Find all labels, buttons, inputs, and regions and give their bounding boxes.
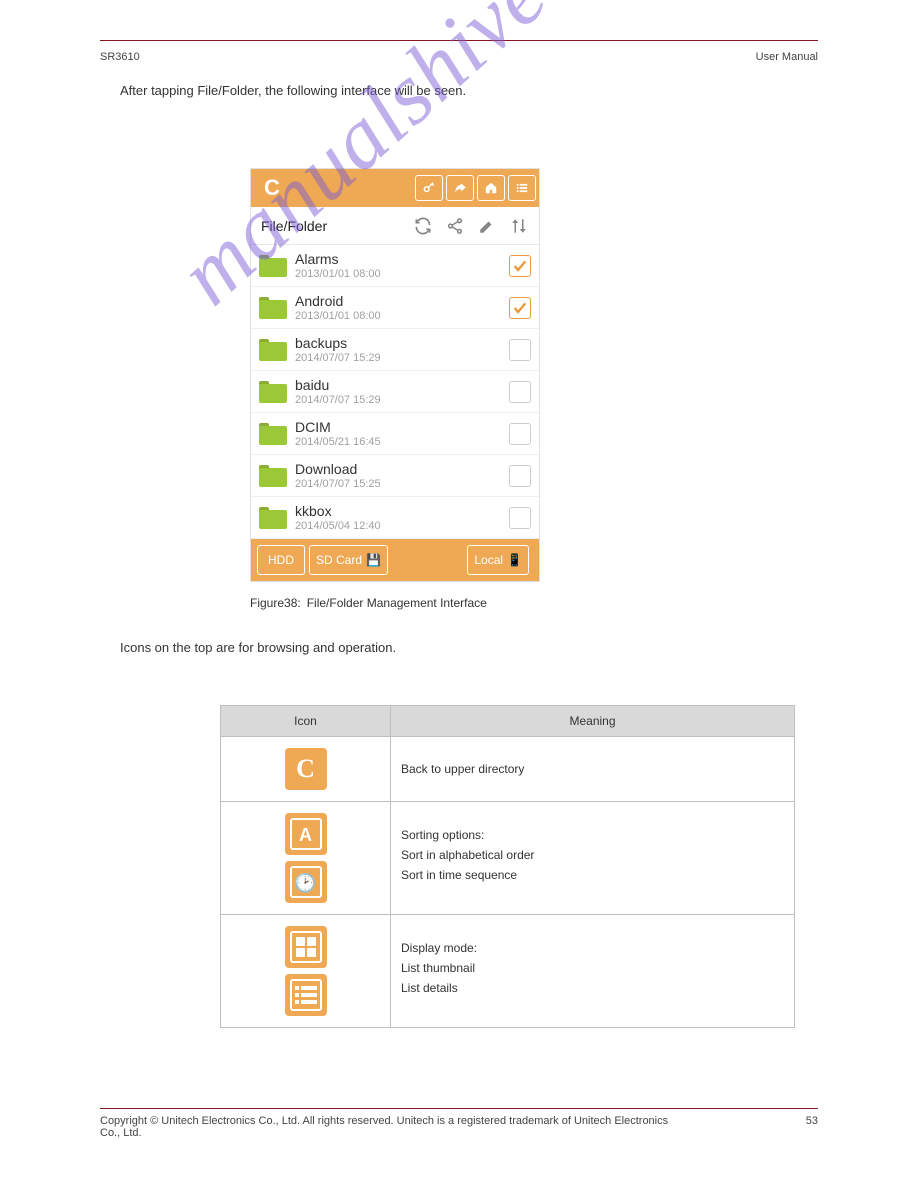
hdd-button[interactable]: HDD [257, 545, 305, 575]
bottom-tabbar: HDD SD Card💾 Local📱 [251, 539, 539, 581]
th-meaning: Meaning [391, 706, 795, 737]
checkbox[interactable] [509, 423, 531, 445]
home-icon[interactable] [477, 175, 505, 201]
detail-list-icon [285, 974, 327, 1016]
folder-icon [259, 255, 287, 277]
file-name: backups [295, 335, 509, 352]
table-intro: Icons on the top are for browsing and op… [120, 640, 818, 655]
key-icon[interactable] [415, 175, 443, 201]
back-icon: C [285, 748, 327, 790]
file-date: 2013/01/01 08:00 [295, 310, 509, 322]
file-toolbar: File/Folder [251, 207, 539, 245]
footer-page: 53 [806, 1115, 818, 1139]
intro-text: After tapping File/Folder, the following… [120, 83, 818, 98]
checkbox[interactable] [509, 507, 531, 529]
file-list: Alarms2013/01/01 08:00Android2013/01/01 … [251, 245, 539, 539]
list-item[interactable]: DCIM2014/05/21 16:45 [251, 413, 539, 455]
share-icon[interactable] [441, 212, 469, 240]
icons-table: Icon Meaning C Back to upper directory A… [220, 705, 795, 1028]
folder-icon [259, 297, 287, 319]
file-date: 2014/05/04 12:40 [295, 520, 509, 532]
toolbar-label: File/Folder [257, 218, 405, 234]
checkbox[interactable] [509, 339, 531, 361]
edit-pencil-icon[interactable] [473, 212, 501, 240]
sort-time-icon: 🕑 [285, 861, 327, 903]
file-date: 2014/07/07 15:29 [295, 352, 509, 364]
file-date: 2014/05/21 16:45 [295, 436, 509, 448]
list-item[interactable]: backups2014/07/07 15:29 [251, 329, 539, 371]
device-screenshot: C File/Folder [250, 168, 540, 582]
checkbox[interactable] [509, 465, 531, 487]
table-row: Display mode: List thumbnail List detail… [221, 915, 795, 1028]
list-item[interactable]: Android2013/01/01 08:00 [251, 287, 539, 329]
sort-alpha-icon: A [285, 813, 327, 855]
header-doc: User Manual [756, 51, 818, 63]
checkbox[interactable] [509, 297, 531, 319]
file-date: 2014/07/07 15:25 [295, 478, 509, 490]
list-item[interactable]: Alarms2013/01/01 08:00 [251, 245, 539, 287]
sort-updown-icon[interactable] [505, 212, 533, 240]
sdcard-button[interactable]: SD Card💾 [309, 545, 388, 575]
file-name: Alarms [295, 251, 509, 268]
file-name: Android [295, 293, 509, 310]
refresh-icon[interactable] [409, 212, 437, 240]
checkbox[interactable] [509, 255, 531, 277]
file-name: DCIM [295, 419, 509, 436]
list-item[interactable]: Download2014/07/07 15:25 [251, 455, 539, 497]
footer-copyright: Copyright © Unitech Electronics Co., Ltd… [100, 1115, 680, 1139]
checkbox[interactable] [509, 381, 531, 403]
folder-icon [259, 507, 287, 529]
list-item[interactable]: kkbox2014/05/04 12:40 [251, 497, 539, 539]
file-date: 2014/07/07 15:29 [295, 394, 509, 406]
table-row: C Back to upper directory [221, 737, 795, 802]
app-titlebar: C [251, 169, 539, 207]
local-button[interactable]: Local📱 [467, 545, 529, 575]
share-arrow-icon[interactable] [446, 175, 474, 201]
app-logo-icon[interactable]: C [256, 172, 288, 204]
file-name: baidu [295, 377, 509, 394]
file-name: Download [295, 461, 509, 478]
header-product: SR3610 [100, 51, 140, 63]
figure-caption: Figure38: File/Folder Management Interfa… [250, 596, 818, 610]
folder-icon [259, 339, 287, 361]
file-date: 2013/01/01 08:00 [295, 268, 509, 280]
table-row: A 🕑 Sorting options: Sort in alphabetica… [221, 802, 795, 915]
folder-icon [259, 423, 287, 445]
th-icon: Icon [221, 706, 391, 737]
folder-icon [259, 381, 287, 403]
list-item[interactable]: baidu2014/07/07 15:29 [251, 371, 539, 413]
folder-icon [259, 465, 287, 487]
thumbnail-view-icon [285, 926, 327, 968]
list-view-icon[interactable] [508, 175, 536, 201]
file-name: kkbox [295, 503, 509, 520]
